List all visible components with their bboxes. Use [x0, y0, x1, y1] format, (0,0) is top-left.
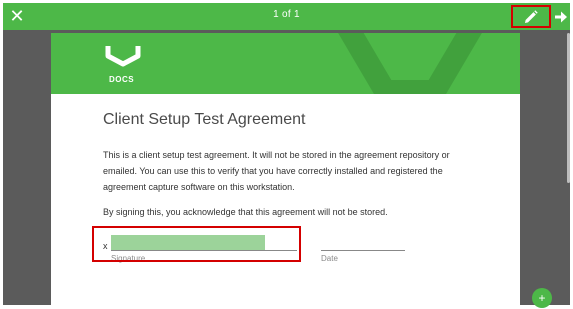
arrow-right-icon — [555, 11, 567, 23]
logo-label: DOCS — [109, 75, 135, 84]
agreement-paragraph: This is a client setup test agreement. I… — [103, 150, 450, 192]
acknowledgement-text: By signing this, you acknowledge that th… — [103, 207, 388, 217]
edit-button[interactable] — [511, 5, 551, 28]
date-label: Date — [321, 254, 338, 263]
agreement-page: DOCS Client Setup Test Agreement This is… — [51, 33, 520, 305]
viewer-toolbar: ✕ 1 of 1 — [3, 3, 570, 30]
add-button[interactable]: + — [532, 288, 552, 308]
next-button[interactable] — [552, 7, 570, 27]
scrollbar[interactable] — [567, 33, 570, 183]
date-line — [321, 250, 405, 251]
docs-logo-icon — [105, 46, 141, 67]
doc-header-banner: DOCS — [51, 33, 520, 94]
page-title: Client Setup Test Agreement — [103, 111, 306, 128]
pencil-icon — [525, 9, 538, 23]
signature-highlight-box — [92, 226, 301, 262]
page-counter: 1 of 1 — [273, 9, 300, 20]
